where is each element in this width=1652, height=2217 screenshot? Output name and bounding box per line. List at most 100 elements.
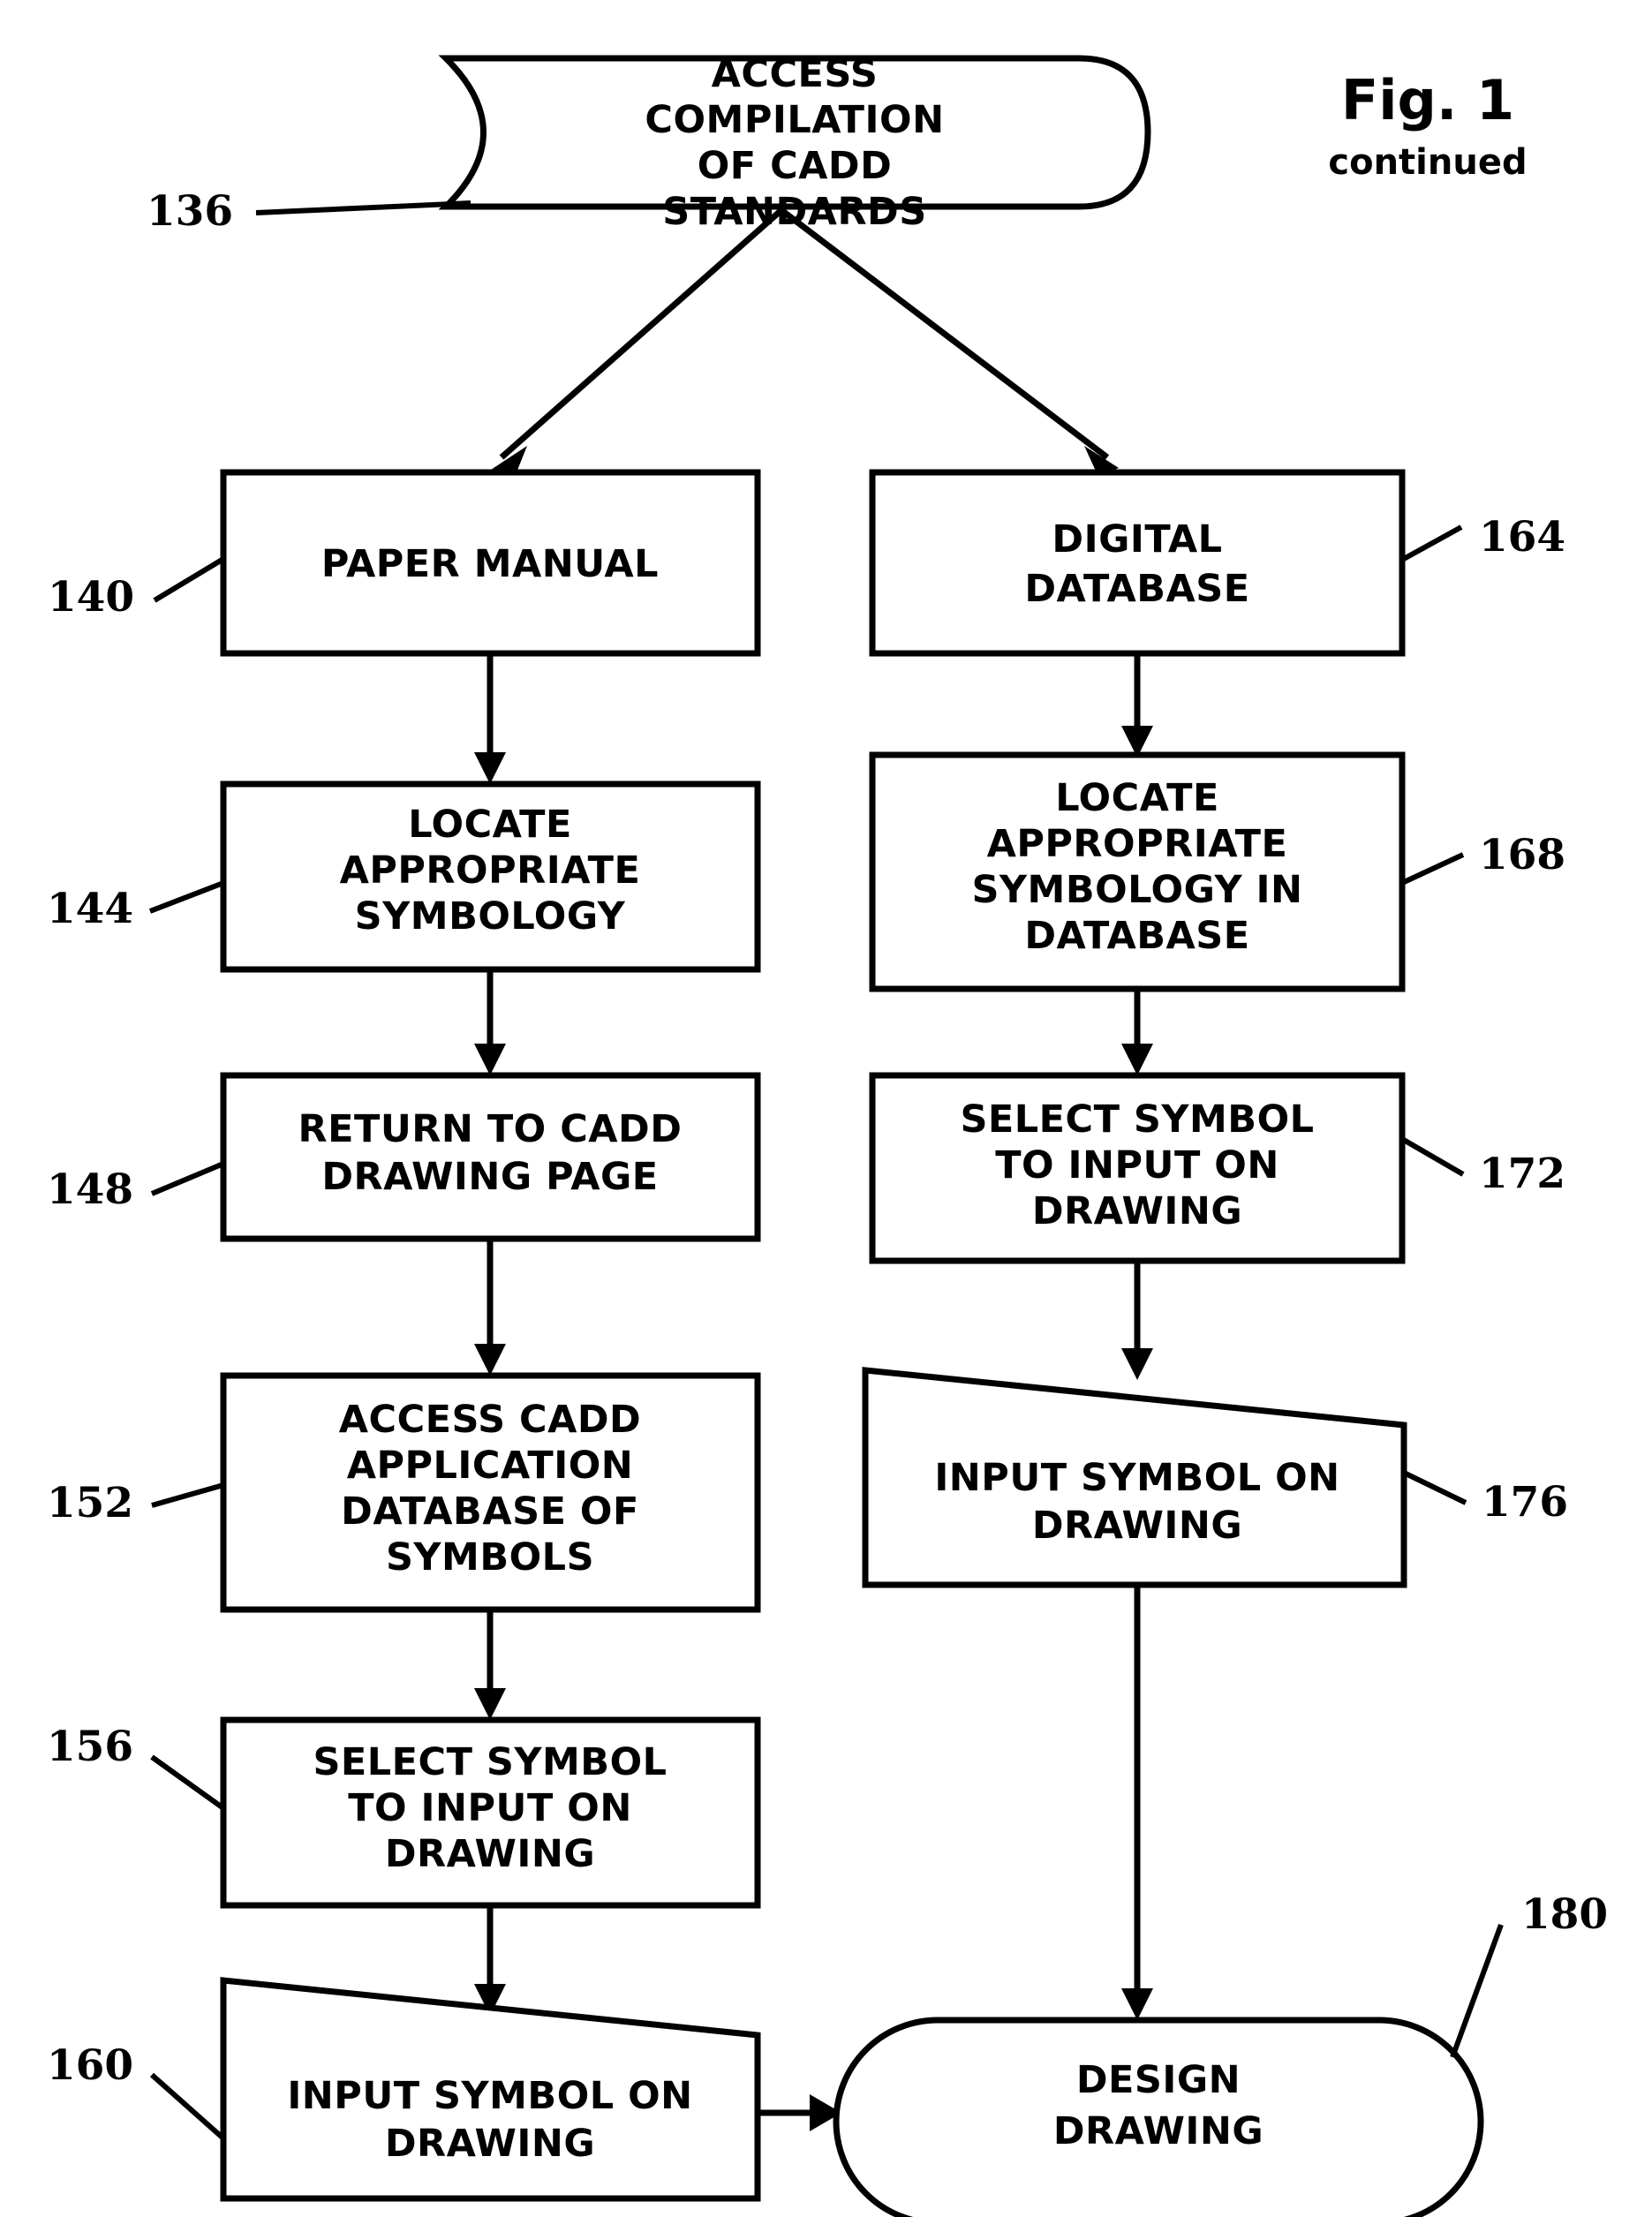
design-drawing-line-1: DESIGN xyxy=(1076,2058,1241,2102)
arrow-140-144-head xyxy=(474,752,506,784)
ref-136-leader xyxy=(255,200,471,215)
arrow-input-left-to-design xyxy=(758,2094,841,2131)
arrow-176-180-head xyxy=(1121,1988,1153,2020)
access-compilation-line-3: OF CADD xyxy=(698,144,893,188)
locate-symbology-db-line-2: APPROPRIATE xyxy=(987,822,1288,866)
arrow-select-right-to-input xyxy=(1121,1261,1153,1380)
ref-180-leader xyxy=(1450,1923,1504,2059)
arrow-select-to-input-left xyxy=(474,1905,506,2016)
patent-figure: Fig. 1 continued ACCESS COMPILATION OF C… xyxy=(0,0,1652,2217)
ref-136-label: 136 xyxy=(147,187,233,236)
node-input-symbol-right[interactable]: INPUT SYMBOL ON DRAWING xyxy=(862,1367,1407,1588)
select-symbol-left-line-3: DRAWING xyxy=(385,1832,595,1876)
locate-symbology-db-line-1: LOCATE xyxy=(1055,776,1219,820)
node-access-compilation[interactable]: ACCESS COMPILATION OF CADD STANDARDS xyxy=(438,52,1151,234)
ref-136-group: 136 xyxy=(147,187,471,236)
branch-arrows xyxy=(491,207,1119,477)
access-cadd-app-db-line-4: SYMBOLS xyxy=(386,1535,594,1580)
ref-176-group: 176 xyxy=(1402,1470,1568,1527)
figure-title: Fig. 1 xyxy=(1341,68,1514,132)
node-input-symbol-left[interactable]: INPUT SYMBOL ON DRAWING xyxy=(220,1977,761,2202)
design-drawing-line-2: DRAWING xyxy=(1053,2109,1264,2153)
node-access-cadd-app-db[interactable]: ACCESS CADD APPLICATION DATABASE OF SYMB… xyxy=(220,1372,761,1613)
access-compilation-line-4: STANDARDS xyxy=(662,190,926,234)
node-select-symbol-right[interactable]: SELECT SYMBOL TO INPUT ON DRAWING xyxy=(869,1072,1406,1264)
input-symbol-left-line-1: INPUT SYMBOL ON xyxy=(287,2074,692,2118)
input-symbol-right-line-1: INPUT SYMBOL ON xyxy=(934,1456,1339,1500)
ref-160-group: 160 xyxy=(47,2041,225,2141)
ref-164-group: 164 xyxy=(1400,513,1565,562)
ref-172-label: 172 xyxy=(1479,1150,1565,1198)
ref-156-leader xyxy=(150,1754,225,1811)
select-symbol-left-line-1: SELECT SYMBOL xyxy=(313,1740,667,1784)
ref-144-group: 144 xyxy=(47,880,225,933)
input-symbol-left-line-2: DRAWING xyxy=(385,2122,595,2166)
ref-148-leader xyxy=(150,1161,225,1196)
ref-180-label: 180 xyxy=(1521,1890,1608,1939)
digital-database-shape xyxy=(869,469,1406,657)
branch-arrow-right-line xyxy=(779,207,1110,460)
ref-156-label: 156 xyxy=(47,1723,133,1771)
locate-symbology-line-3: SYMBOLOGY xyxy=(355,894,626,939)
return-to-cadd-line-1: RETURN TO CADD xyxy=(298,1107,683,1151)
digital-database-line-2: DATABASE xyxy=(1024,567,1249,611)
access-cadd-app-db-line-2: APPLICATION xyxy=(347,1444,634,1488)
arrow-paper-manual-to-locate xyxy=(474,653,506,784)
access-cadd-app-db-line-3: DATABASE OF xyxy=(341,1489,639,1534)
ref-164-label: 164 xyxy=(1479,513,1565,562)
select-symbol-right-line-3: DRAWING xyxy=(1032,1189,1242,1233)
branch-arrow-left-line xyxy=(499,207,784,460)
ref-176-leader xyxy=(1402,1470,1467,1505)
ref-144-label: 144 xyxy=(47,885,133,933)
ref-140-label: 140 xyxy=(48,573,134,622)
node-locate-symbology-db[interactable]: LOCATE APPROPRIATE SYMBOLOGY IN DATABASE xyxy=(869,751,1406,992)
figure-title-group: Fig. 1 continued xyxy=(1328,68,1527,183)
select-symbol-right-line-1: SELECT SYMBOL xyxy=(960,1097,1314,1142)
ref-180-group: 180 xyxy=(1450,1890,1608,2059)
ref-168-group: 168 xyxy=(1400,831,1565,886)
ref-140-leader xyxy=(153,556,225,603)
arrow-168-172-head xyxy=(1121,1044,1153,1075)
return-to-cadd-line-2: DRAWING PAGE xyxy=(321,1155,658,1199)
access-cadd-app-db-line-1: ACCESS CADD xyxy=(339,1398,641,1442)
ref-164-leader xyxy=(1400,524,1463,562)
arrow-172-176-head xyxy=(1121,1348,1153,1380)
paper-manual-line-1: PAPER MANUAL xyxy=(321,542,659,586)
arrow-input-right-to-design xyxy=(1121,1585,1153,2020)
select-symbol-left-line-2: TO INPUT ON xyxy=(348,1786,632,1830)
figure-subtitle: continued xyxy=(1328,142,1527,183)
ref-172-group: 172 xyxy=(1400,1136,1565,1198)
ref-160-leader xyxy=(150,2072,225,2141)
ref-148-group: 148 xyxy=(47,1161,225,1214)
locate-symbology-line-2: APPROPRIATE xyxy=(340,848,641,893)
ref-152-leader xyxy=(151,1482,224,1508)
ref-152-label: 152 xyxy=(47,1479,133,1527)
node-design-drawing[interactable]: DESIGN DRAWING xyxy=(833,2017,1484,2217)
node-select-symbol-left[interactable]: SELECT SYMBOL TO INPUT ON DRAWING xyxy=(220,1716,761,1909)
node-paper-manual[interactable]: PAPER MANUAL xyxy=(220,469,761,657)
ref-140-group: 140 xyxy=(48,556,225,622)
arrow-access-to-select-left xyxy=(474,1610,506,1720)
node-digital-database[interactable]: DIGITAL DATABASE xyxy=(869,469,1406,657)
arrow-digital-db-to-locate xyxy=(1121,653,1153,758)
locate-symbology-line-1: LOCATE xyxy=(408,803,572,847)
arrow-144-148-head xyxy=(474,1044,506,1075)
node-return-to-cadd[interactable]: RETURN TO CADD DRAWING PAGE xyxy=(220,1072,761,1242)
ref-148-label: 148 xyxy=(47,1165,133,1214)
ref-172-leader xyxy=(1400,1136,1465,1177)
ref-176-label: 176 xyxy=(1482,1478,1568,1527)
ref-168-leader xyxy=(1400,852,1465,886)
ref-152-group: 152 xyxy=(47,1479,224,1527)
locate-symbology-db-line-4: DATABASE xyxy=(1024,914,1249,958)
ref-144-leader xyxy=(148,880,225,914)
digital-database-line-1: DIGITAL xyxy=(1052,517,1222,562)
access-compilation-line-1: ACCESS xyxy=(712,52,879,96)
flowchart-canvas: Fig. 1 continued ACCESS COMPILATION OF C… xyxy=(47,52,1608,2217)
arrow-locate-db-to-select xyxy=(1121,989,1153,1075)
select-symbol-right-line-2: TO INPUT ON xyxy=(995,1143,1279,1188)
ref-168-label: 168 xyxy=(1479,831,1565,879)
arrow-152-156-head xyxy=(474,1688,506,1720)
input-symbol-right-line-2: DRAWING xyxy=(1032,1504,1242,1548)
node-locate-symbology[interactable]: LOCATE APPROPRIATE SYMBOLOGY xyxy=(220,780,761,973)
ref-156-group: 156 xyxy=(47,1723,225,1811)
